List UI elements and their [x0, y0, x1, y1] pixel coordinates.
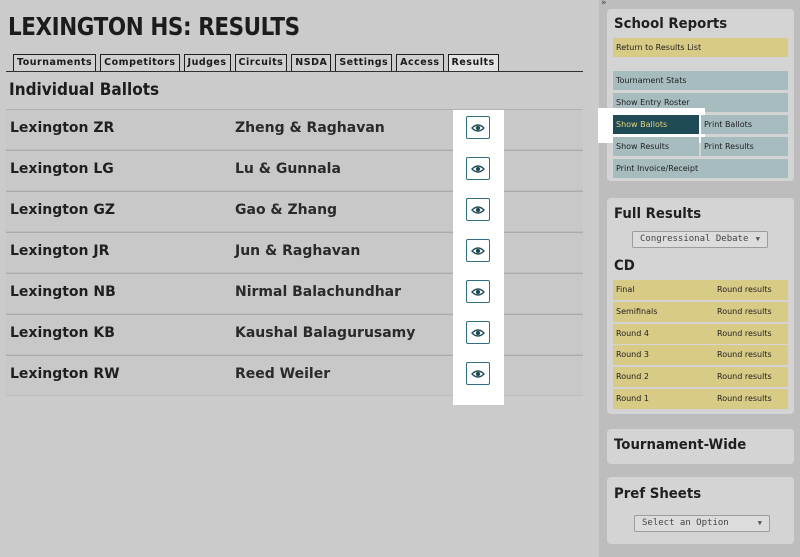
competitor-names: Lu & Gunnala	[235, 161, 341, 177]
entry-code: Lexington GZ	[10, 202, 116, 218]
eye-icon	[471, 328, 485, 337]
tab-judges[interactable]: Judges	[183, 54, 231, 71]
return-to-results-link[interactable]: Return to Results List	[613, 38, 788, 57]
pref-sheets-panel: Pref Sheets	[607, 477, 794, 544]
eye-icon	[471, 205, 485, 214]
view-ballot-button[interactable]	[466, 157, 490, 180]
tab-access[interactable]: Access	[396, 54, 444, 71]
competitor-names: Gao & Zhang	[235, 202, 338, 218]
main-content: LEXINGTON HS: RESULTS Tournaments Compet…	[0, 0, 590, 557]
tab-nsda[interactable]: NSDA	[291, 54, 332, 71]
competitor-names: Jun & Raghavan	[235, 243, 361, 259]
collapse-sidebar-icon[interactable]: »	[601, 0, 606, 8]
print-results-button[interactable]: Print Results	[701, 137, 788, 156]
round-label: Round 1	[616, 394, 649, 403]
round-row[interactable]: Round 3 Round results	[613, 345, 788, 365]
view-ballot-button[interactable]	[466, 321, 490, 344]
view-ballot-button[interactable]	[466, 362, 490, 385]
round-label: Round 4	[616, 329, 649, 338]
round-results-link[interactable]: Round results	[717, 394, 772, 403]
tournament-wide-panel[interactable]: Tournament-Wide	[607, 429, 794, 464]
tab-competitors[interactable]: Competitors	[100, 54, 180, 71]
print-invoice-button[interactable]: Print Invoice/Receipt	[613, 159, 788, 178]
caret-down-icon: ▼	[755, 235, 760, 243]
entry-code: Lexington LG	[10, 161, 114, 177]
pref-sheets-select[interactable]: Select an Option ▼	[634, 515, 770, 532]
round-row[interactable]: Semifinals Round results	[613, 302, 788, 322]
tab-divider	[6, 71, 583, 72]
entry-code: Lexington RW	[10, 366, 120, 382]
competitor-names: Reed Weiler	[235, 366, 331, 382]
tab-tournaments[interactable]: Tournaments	[13, 54, 97, 71]
caret-down-icon: ▼	[757, 519, 762, 527]
school-reports-title: School Reports	[614, 16, 728, 32]
tab-circuits[interactable]: Circuits	[234, 54, 288, 71]
event-select[interactable]: Congressional Debate ▼	[632, 231, 768, 248]
eye-icon	[471, 287, 485, 296]
eye-icon	[471, 369, 485, 378]
round-results-link[interactable]: Round results	[717, 329, 772, 338]
round-row[interactable]: Round 1 Round results	[613, 389, 788, 409]
view-ballot-button[interactable]	[466, 116, 490, 139]
entry-code: Lexington JR	[10, 243, 110, 259]
round-label: Semifinals	[616, 307, 658, 316]
round-row[interactable]: Final Round results	[613, 280, 788, 300]
full-results-title: Full Results	[614, 206, 702, 222]
show-results-button[interactable]: Show Results	[613, 137, 699, 156]
print-ballots-button[interactable]: Print Ballots	[701, 115, 788, 134]
round-label: Round 3	[616, 350, 649, 359]
show-ballots-button[interactable]: Show Ballots	[613, 115, 699, 134]
eye-icon	[471, 164, 485, 173]
tournament-wide-title: Tournament-Wide	[614, 437, 747, 453]
pref-sheets-title: Pref Sheets	[614, 486, 702, 502]
entry-code: Lexington ZR	[10, 120, 115, 136]
competitor-names: Kaushal Balagurusamy	[235, 325, 416, 341]
round-row[interactable]: Round 4 Round results	[613, 324, 788, 344]
entry-code: Lexington KB	[10, 325, 115, 341]
tab-bar: Tournaments Competitors Judges Circuits …	[13, 54, 499, 72]
entry-code: Lexington NB	[10, 284, 116, 300]
round-row[interactable]: Round 2 Round results	[613, 367, 788, 387]
round-label: Final	[616, 285, 635, 294]
round-results-link[interactable]: Round results	[717, 307, 772, 316]
eye-icon	[471, 123, 485, 132]
tournament-stats-button[interactable]: Tournament Stats	[613, 71, 788, 90]
tab-results[interactable]: Results	[447, 54, 499, 72]
round-results-link[interactable]: Round results	[717, 350, 772, 359]
page-title: LEXINGTON HS: RESULTS	[8, 12, 300, 41]
section-title: Individual Ballots	[9, 80, 160, 100]
round-results-link[interactable]: Round results	[717, 372, 772, 381]
pref-sheets-select-value: Select an Option	[642, 518, 729, 528]
event-code-heading: CD	[614, 258, 635, 274]
round-label: Round 2	[616, 372, 649, 381]
view-ballot-button[interactable]	[466, 198, 490, 221]
event-select-value: Congressional Debate	[640, 234, 749, 244]
view-ballot-button[interactable]	[466, 239, 490, 262]
view-ballot-button[interactable]	[466, 280, 490, 303]
eye-icon	[471, 246, 485, 255]
round-results-link[interactable]: Round results	[717, 285, 772, 294]
competitor-names: Nirmal Balachundhar	[235, 284, 402, 300]
tab-settings[interactable]: Settings	[335, 54, 393, 71]
competitor-names: Zheng & Raghavan	[235, 120, 385, 136]
